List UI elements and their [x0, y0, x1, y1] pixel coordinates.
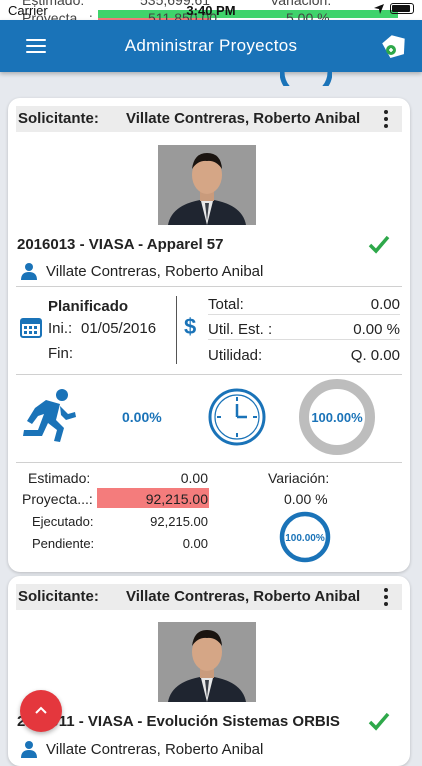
util-est-value: 0.00 %	[353, 321, 400, 338]
page-title: Administrar Proyectos	[124, 36, 298, 55]
avance-percent: 0.00%	[122, 409, 162, 425]
hamburger-menu-icon[interactable]	[26, 39, 46, 53]
pendiente-label: Pendiente:	[32, 536, 95, 551]
estado-label: Planificado	[48, 298, 129, 315]
checkmark-icon	[368, 712, 390, 731]
project-card[interactable]: Solicitante: Villate Contreras, Roberto …	[8, 576, 410, 766]
dollar-icon: $	[184, 314, 197, 339]
calendar-icon	[20, 318, 42, 338]
clock-icon	[208, 388, 266, 446]
solicitante-name: Villate Contreras, Roberto Anibal	[126, 588, 361, 605]
fin-label: Fin:	[48, 345, 74, 362]
top-navbar: Administrar Proyectos	[0, 20, 422, 72]
previous-card-ring	[280, 72, 332, 86]
add-tag-icon[interactable]	[380, 32, 408, 60]
more-options-icon[interactable]	[384, 110, 388, 128]
chevron-up-icon	[35, 706, 47, 714]
project-title[interactable]: 2016011 - VIASA - Evolución Sistemas ORB…	[17, 713, 340, 730]
pendiente-value: 0.00	[182, 536, 208, 551]
utilidad-label: Utilidad:	[208, 347, 263, 364]
status-bar: Carrier 3:40 PM	[0, 0, 422, 20]
variacion-value: 0.00 %	[284, 491, 328, 507]
scroll-up-button[interactable]	[20, 690, 62, 732]
divider	[16, 374, 402, 375]
project-card[interactable]: Solicitante: Villate Contreras, Roberto …	[8, 98, 410, 572]
solicitante-name: Villate Contreras, Roberto Anibal	[126, 110, 361, 127]
total-value: 0.00	[370, 296, 400, 313]
project-title[interactable]: 2016013 - VIASA - Apparel 57	[17, 236, 223, 253]
tiempo-percent: 100.00%	[311, 410, 363, 425]
solicitante-label: Solicitante:	[18, 110, 99, 127]
ejecutado-label: Ejecutado:	[32, 514, 94, 529]
clock: 3:40 PM	[186, 3, 236, 18]
small-progress-ring: 100.00%	[279, 511, 331, 563]
battery-icon	[390, 3, 414, 14]
checkmark-icon	[368, 235, 390, 254]
avatar	[158, 622, 256, 702]
person-icon	[21, 263, 37, 280]
variacion-label: Variación:	[268, 470, 330, 486]
card-header: Solicitante: Villate Contreras, Roberto …	[16, 584, 402, 610]
proyecta-value: 92,215.00	[145, 491, 208, 507]
location-icon	[374, 3, 384, 14]
utilidad-value: Q. 0.00	[350, 347, 400, 364]
ejecutado-value: 92,215.00	[150, 514, 208, 529]
running-person-icon	[23, 389, 76, 442]
total-label: Total:	[208, 296, 244, 313]
proyecta-label: Proyecta...:	[22, 491, 93, 507]
vertical-divider	[176, 296, 177, 364]
estimado-value: 0.00	[180, 470, 208, 486]
ini-date: 01/05/2016	[81, 320, 157, 337]
divider	[16, 286, 402, 287]
responsable-row: Villate Contreras, Roberto Anibal	[20, 262, 263, 280]
tiempo-progress-ring: 100.00%	[299, 379, 375, 455]
card-header: Solicitante: Villate Contreras, Roberto …	[16, 106, 402, 132]
responsable-name: Villate Contreras, Roberto Anibal	[46, 262, 264, 280]
avatar	[158, 145, 256, 225]
divider	[16, 462, 402, 463]
solicitante-label: Solicitante:	[18, 588, 99, 605]
small-ring-percent: 100.00%	[285, 533, 325, 544]
more-options-icon[interactable]	[384, 588, 388, 606]
responsable-row: Villate Contreras, Roberto Anibal	[20, 740, 263, 758]
responsable-name: Villate Contreras, Roberto Anibal	[46, 740, 264, 758]
ini-label: Ini.:	[48, 320, 73, 337]
util-est-label: Util. Est. :	[208, 321, 273, 338]
person-icon	[21, 741, 37, 758]
estimado-label: Estimado:	[28, 470, 91, 486]
